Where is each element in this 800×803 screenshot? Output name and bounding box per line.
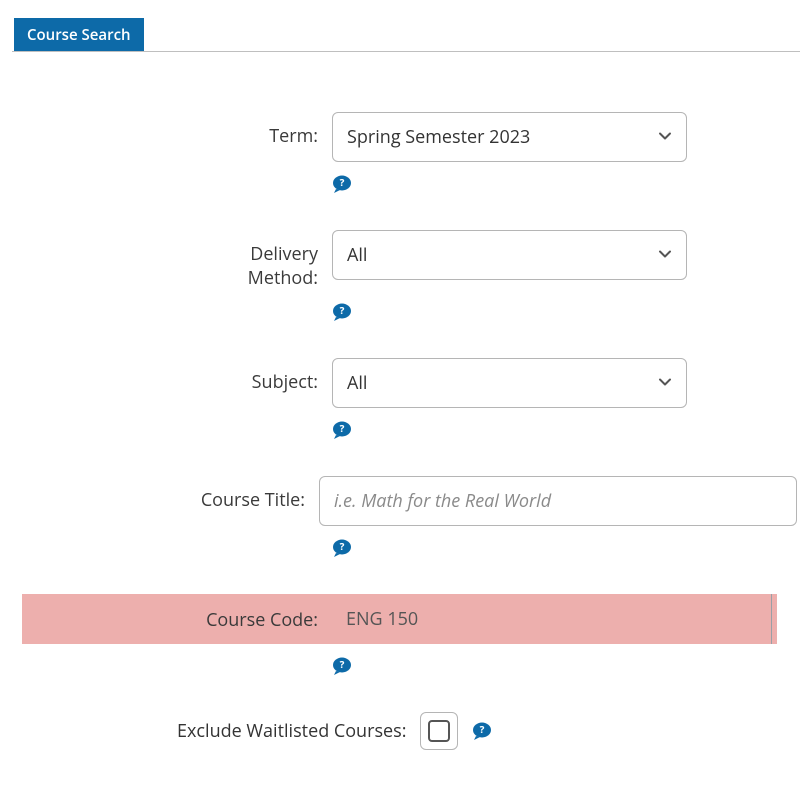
svg-text:?: ? (340, 657, 345, 671)
tab-divider (12, 51, 800, 52)
help-icon[interactable]: ? (332, 303, 352, 321)
svg-text:?: ? (340, 303, 345, 317)
form-area: Term: ? Delivery Method: (177, 112, 797, 803)
label-delivery: Delivery Method: (177, 230, 332, 290)
course-code-highlight: Course Code: (22, 594, 777, 644)
label-exclude-waitlisted: Exclude Waitlisted Courses: (177, 719, 406, 743)
exclude-waitlisted-checkbox[interactable] (420, 712, 458, 750)
svg-text:?: ? (340, 539, 345, 553)
label-course-code: Course Code: (177, 594, 332, 632)
course-code-input[interactable] (332, 594, 772, 644)
delivery-select[interactable] (332, 230, 687, 280)
help-icon[interactable]: ? (332, 657, 352, 675)
svg-text:?: ? (340, 421, 345, 435)
label-subject: Subject: (177, 358, 332, 394)
help-icon[interactable]: ? (332, 421, 352, 439)
course-title-input[interactable] (319, 476, 797, 526)
tab-course-search[interactable]: Course Search (14, 18, 144, 51)
checkbox-empty-icon (428, 720, 450, 742)
label-course-title: Course Title: (177, 476, 319, 512)
help-icon[interactable]: ? (472, 722, 492, 740)
svg-text:?: ? (480, 722, 485, 736)
term-select[interactable] (332, 112, 687, 162)
subject-select[interactable] (332, 358, 687, 408)
label-term: Term: (177, 112, 332, 148)
help-icon[interactable]: ? (332, 175, 352, 193)
help-icon[interactable]: ? (332, 539, 352, 557)
svg-text:?: ? (340, 175, 345, 189)
